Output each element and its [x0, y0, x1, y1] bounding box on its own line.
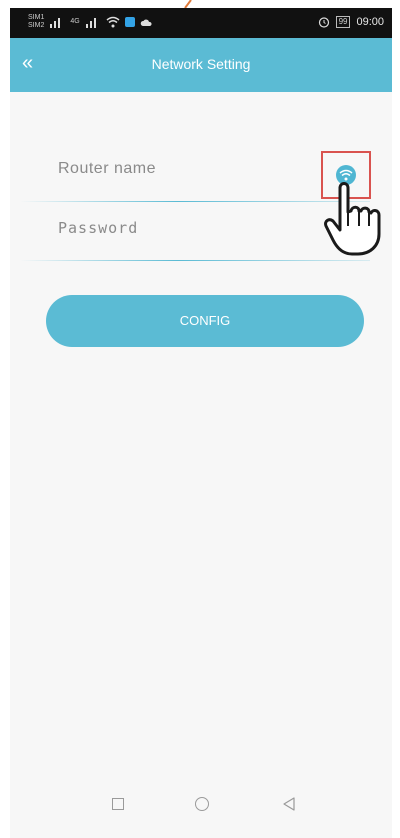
status-time: 09:00 [356, 16, 384, 28]
password-underline [20, 260, 370, 261]
status-left-group: SIM1 SIM2 4G [28, 14, 152, 30]
alarm-icon [318, 17, 329, 28]
status-bar: SIM1 SIM2 4G 99 09:00 [10, 8, 392, 38]
signal-type-label: 4G [70, 18, 80, 25]
app-icon [124, 17, 135, 27]
wifi-icon [106, 16, 120, 28]
page-title: Network Setting [151, 56, 251, 72]
status-right-group: 99 09:00 [318, 16, 384, 28]
router-name-input[interactable]: Router name [58, 160, 318, 196]
sim-label-1: SIM1 [28, 14, 45, 21]
home-icon[interactable] [195, 797, 209, 811]
sim-labels: SIM1 SIM2 [28, 14, 44, 30]
battery-icon: 99 [335, 16, 351, 28]
cloud-icon [140, 19, 152, 26]
top-strip [0, 0, 400, 8]
pointing-hand-icon [324, 182, 381, 256]
password-input[interactable]: Password [58, 219, 318, 255]
system-nav-bar [10, 782, 392, 838]
decorative-mark [184, 0, 192, 8]
app-bar: « Network Setting [10, 38, 392, 92]
recents-icon[interactable] [112, 798, 124, 810]
signal-icon [50, 18, 61, 28]
back-icon[interactable] [282, 796, 296, 812]
config-button[interactable]: CONFIG [46, 295, 364, 347]
signal-icon [85, 18, 96, 28]
sim-label-2: SIM2 [28, 22, 45, 29]
